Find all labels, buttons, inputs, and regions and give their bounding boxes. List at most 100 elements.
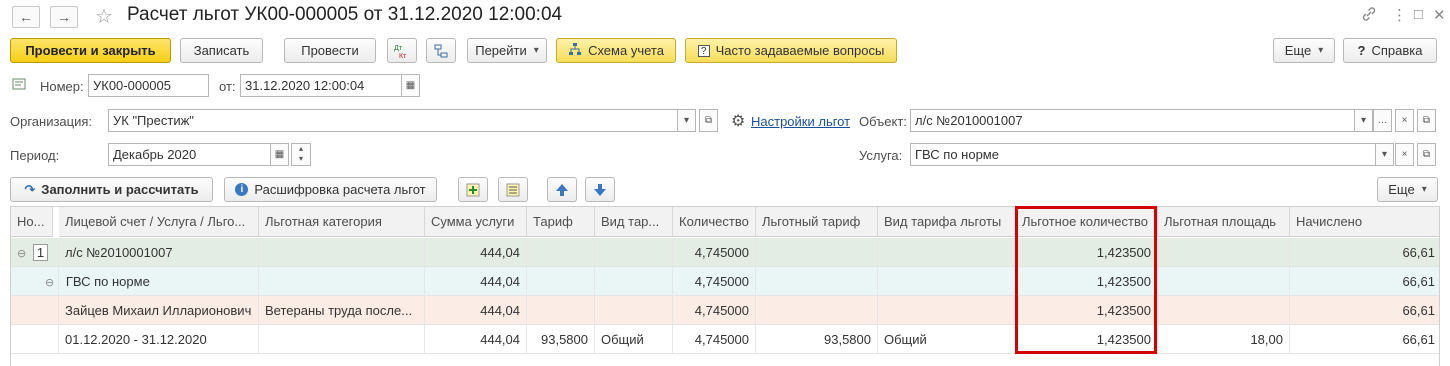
- add-group-button[interactable]: [458, 177, 488, 202]
- service-sum-cell: 444,04: [425, 267, 527, 296]
- gear-icon[interactable]: ⚙: [731, 111, 745, 131]
- column-header-number[interactable]: Но...: [11, 207, 53, 237]
- object-field[interactable]: л/с №2010001007: [910, 109, 1355, 132]
- benefit-area-cell: [1158, 267, 1290, 296]
- decode-calculation-button[interactable]: i Расшифровка расчета льгот: [224, 177, 437, 202]
- fill-calculate-label: Заполнить и рассчитать: [41, 182, 199, 197]
- row-number-cell: [11, 296, 59, 325]
- table-more-dropdown[interactable]: Еще: [1377, 177, 1438, 202]
- period-label: Период:: [10, 148, 60, 163]
- accounting-scheme-label: Схема учета: [588, 43, 664, 58]
- accrued-cell: 66,61: [1402, 274, 1435, 289]
- dtkt-icon: ДтКт: [394, 45, 407, 59]
- benefits-table[interactable]: Но... Лицевой счет / Услуга / Льго... Ль…: [10, 206, 1440, 366]
- object-choose-icon[interactable]: …: [1373, 109, 1392, 132]
- tariff-cell: [527, 238, 595, 267]
- column-header-quantity[interactable]: Количество: [673, 207, 756, 237]
- list-button[interactable]: [498, 177, 528, 202]
- service-open-icon[interactable]: ⧉: [1417, 143, 1436, 166]
- category-cell: [259, 325, 425, 354]
- help-button[interactable]: ? Справка: [1343, 38, 1437, 63]
- column-header-benefit-area[interactable]: Льготная площадь: [1158, 207, 1290, 237]
- goto-dropdown[interactable]: Перейти: [467, 38, 547, 63]
- tariff-cell: 93,5800: [527, 325, 595, 354]
- category-cell: [259, 267, 425, 296]
- column-header-benefit-tariff-type[interactable]: Вид тарифа льготы: [878, 207, 1016, 237]
- column-header-accrued[interactable]: Начислено: [1290, 207, 1439, 237]
- write-label: Записать: [193, 43, 250, 58]
- fill-calculate-button[interactable]: ↷ Заполнить и рассчитать: [10, 177, 213, 202]
- tariff-cell: [527, 296, 595, 325]
- forward-button[interactable]: →: [50, 6, 78, 28]
- help-icon: ?: [1357, 43, 1366, 58]
- service-field[interactable]: ГВС по норме: [910, 143, 1376, 166]
- more-dropdown[interactable]: Еще: [1273, 38, 1335, 63]
- column-header-tariff[interactable]: Тариф: [527, 207, 595, 237]
- move-up-button[interactable]: [547, 177, 577, 202]
- object-dropdown-icon[interactable]: ▾: [1354, 109, 1373, 132]
- table-row[interactable]: ⊖ ГВС по норме 444,04 4,745000 1,423500 …: [11, 267, 1439, 296]
- period-field[interactable]: Декабрь 2020: [108, 143, 271, 166]
- more-vertical-icon[interactable]: ⋮: [1392, 6, 1407, 24]
- link-icon[interactable]: [1361, 6, 1377, 26]
- object-clear-icon[interactable]: ×: [1395, 109, 1414, 132]
- object-label: Объект:: [859, 114, 907, 129]
- move-down-button[interactable]: [585, 177, 615, 202]
- benefit-tariff-cell: [756, 296, 878, 325]
- structure-icon: [434, 44, 448, 57]
- organization-field[interactable]: УК "Престиж": [108, 109, 678, 132]
- benefit-tariff-cell: [756, 238, 878, 267]
- service-clear-icon[interactable]: ×: [1395, 143, 1414, 166]
- collapse-icon[interactable]: ⊖: [45, 277, 54, 289]
- account-cell: л/с №2010001007: [59, 238, 259, 267]
- calendar-icon[interactable]: ▦: [401, 74, 420, 97]
- column-header-category[interactable]: Льготная категория: [259, 207, 425, 237]
- close-icon[interactable]: ✕: [1433, 6, 1446, 24]
- post-and-close-button[interactable]: Провести и закрыть: [10, 38, 171, 63]
- structure-button[interactable]: [426, 38, 456, 63]
- tariff-type-cell: [595, 296, 673, 325]
- category-cell: [259, 238, 425, 267]
- row-number-cell: [11, 325, 59, 354]
- arrow-up-icon: [556, 183, 568, 196]
- table-row[interactable]: Зайцев Михаил Илларионович Ветераны труд…: [11, 296, 1439, 325]
- period-stepper[interactable]: ▴ ▾: [291, 143, 311, 166]
- accrued-cell: 66,61: [1402, 332, 1435, 347]
- column-header-account[interactable]: Лицевой счет / Услуга / Льго...: [59, 207, 259, 237]
- faq-button[interactable]: ? Часто задаваемые вопросы: [685, 38, 897, 63]
- table-more-label: Еще: [1388, 182, 1415, 197]
- restore-icon[interactable]: □: [1414, 6, 1423, 23]
- tariff-type-cell: Общий: [595, 325, 673, 354]
- dtkt-button[interactable]: Дт Кт: [387, 38, 417, 63]
- tariff-type-cell: [595, 267, 673, 296]
- table-row[interactable]: 01.12.2020 - 31.12.2020 444,04 93,5800 О…: [11, 325, 1439, 354]
- number-field[interactable]: УК00-000005: [88, 74, 209, 97]
- post-button[interactable]: Провести: [284, 38, 376, 63]
- benefit-settings-link[interactable]: Настройки льгот: [751, 114, 850, 129]
- goto-label: Перейти: [475, 43, 527, 58]
- organization-dropdown-icon[interactable]: ▾: [677, 109, 696, 132]
- column-header-tariff-type[interactable]: Вид тар...: [595, 207, 673, 237]
- document-icon: [12, 77, 28, 94]
- page-title: Расчет льгот УК00-000005 от 31.12.2020 1…: [127, 4, 563, 25]
- collapse-icon[interactable]: ⊖: [17, 248, 26, 260]
- column-header-service-sum[interactable]: Сумма услуги: [425, 207, 527, 237]
- back-button[interactable]: ←: [12, 6, 40, 28]
- accounting-scheme-button[interactable]: Схема учета: [556, 38, 676, 63]
- period-calendar-icon[interactable]: ▦: [270, 143, 289, 166]
- accrued-cell: 66,61: [1402, 303, 1435, 318]
- table-row[interactable]: ⊖ 1 л/с №2010001007 444,04 4,745000 1,42…: [11, 238, 1439, 267]
- column-header-benefit-tariff[interactable]: Льготный тариф: [756, 207, 878, 237]
- benefit-tariff-cell: 93,5800: [756, 325, 878, 354]
- fill-icon: ↷: [24, 181, 36, 197]
- faq-label: Часто задаваемые вопросы: [715, 43, 885, 58]
- star-icon[interactable]: ☆: [95, 4, 113, 29]
- object-open-icon[interactable]: ⧉: [1417, 109, 1436, 132]
- service-dropdown-icon[interactable]: ▾: [1375, 143, 1394, 166]
- benefit-tariff-type-cell: [878, 238, 1016, 267]
- organization-open-icon[interactable]: ⧉: [699, 109, 718, 132]
- write-button[interactable]: Записать: [180, 38, 263, 63]
- post-and-close-label: Провести и закрыть: [25, 43, 156, 58]
- decode-calculation-label: Расшифровка расчета льгот: [254, 182, 426, 197]
- date-field[interactable]: 31.12.2020 12:00:04: [240, 74, 402, 97]
